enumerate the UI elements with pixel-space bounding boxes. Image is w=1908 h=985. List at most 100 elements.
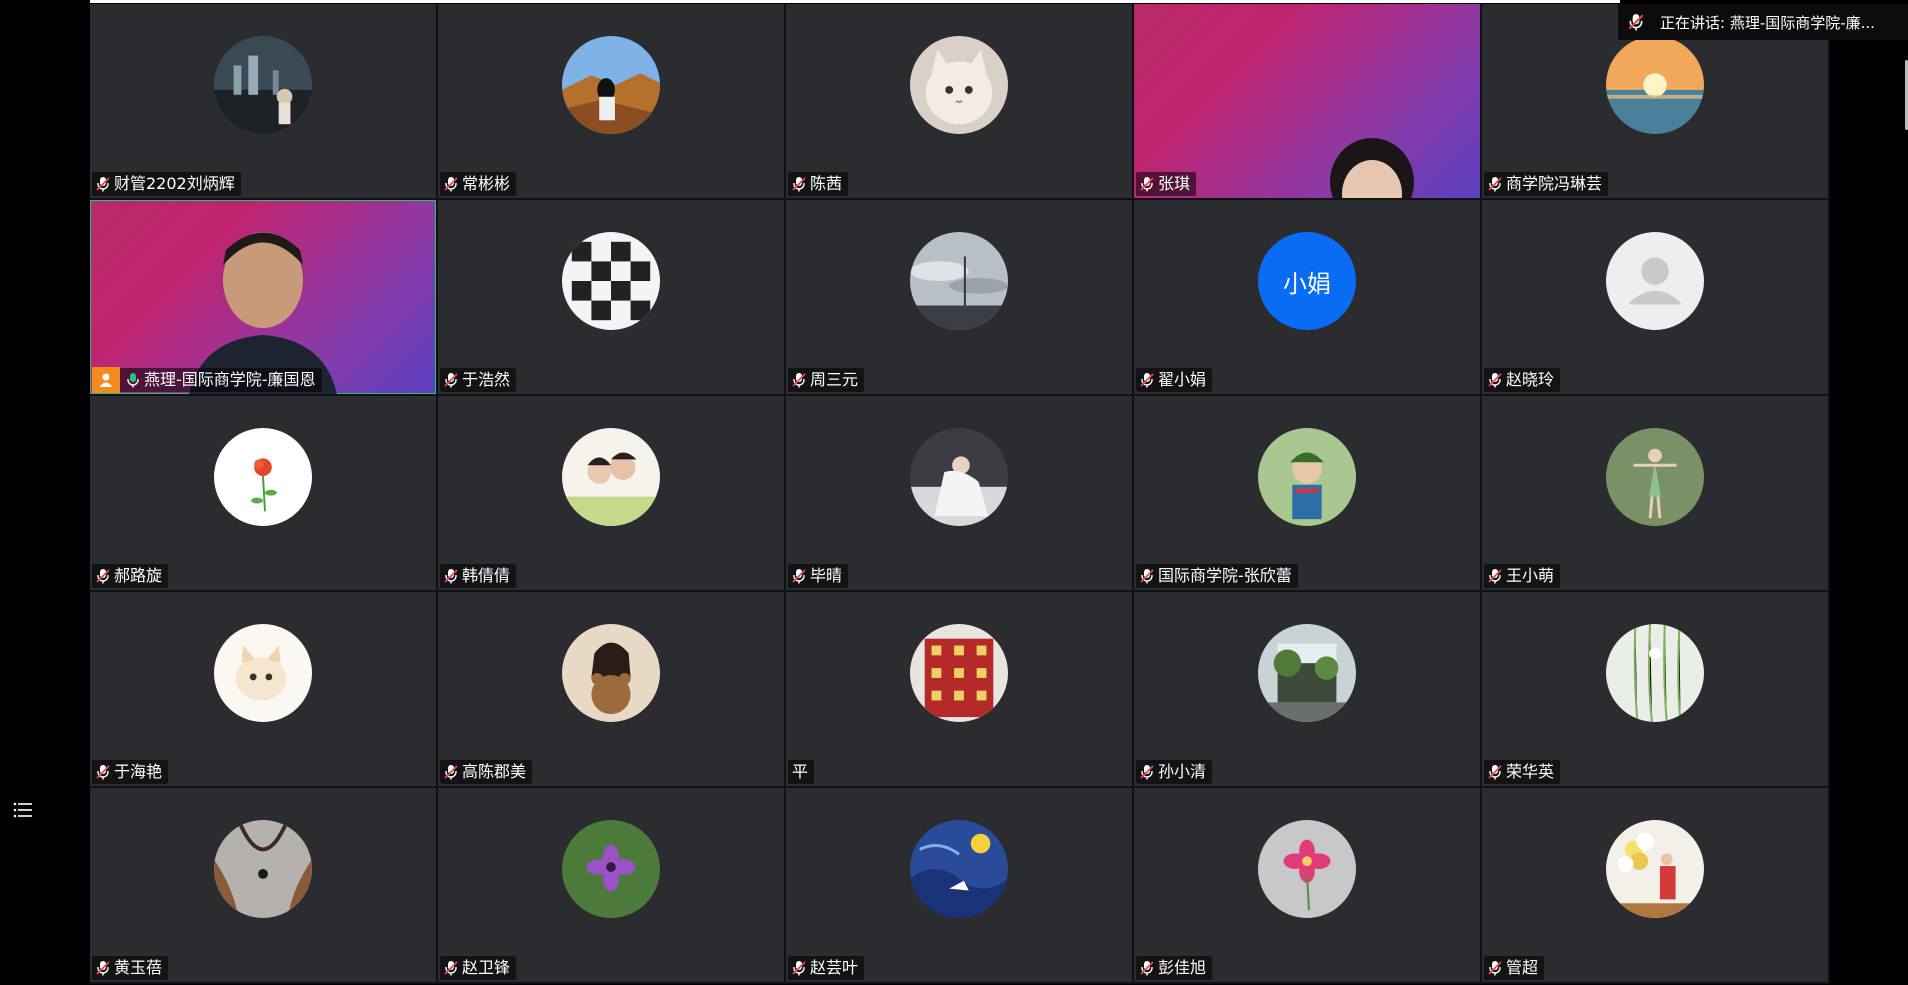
mic-muted-icon — [444, 176, 458, 192]
participant-tile[interactable]: 燕理-国际商学院-廉国恩 — [90, 200, 436, 394]
participant-tile[interactable]: 管超 — [1482, 788, 1828, 982]
mic-muted-icon — [96, 568, 110, 584]
participant-tile[interactable]: 张琪 — [1134, 4, 1480, 198]
participant-tile[interactable]: 国际商学院-张欣蕾 — [1134, 396, 1480, 590]
avatar: 小娟 — [1258, 232, 1356, 330]
avatar — [910, 820, 1008, 918]
speaking-indicator: 正在讲话: 燕理-国际商学院-廉... — [1618, 4, 1908, 40]
participant-name-label: 陈茜 — [788, 172, 849, 196]
mic-active-icon — [126, 372, 140, 388]
participant-name: 陈茜 — [810, 174, 843, 193]
participant-name: 荣华英 — [1506, 762, 1555, 781]
participant-name: 韩倩倩 — [462, 566, 511, 585]
participant-tile[interactable]: 周三元 — [786, 200, 1132, 394]
participant-name-label: 常彬彬 — [440, 172, 517, 196]
participant-tile[interactable]: 高陈郡美 — [438, 592, 784, 786]
mic-muted-icon — [1140, 960, 1154, 976]
participant-tile[interactable]: 赵卫锋 — [438, 788, 784, 982]
avatar — [910, 36, 1008, 134]
participant-tile[interactable]: 黄玉蓓 — [90, 788, 436, 982]
participant-tile[interactable]: 财管2202刘炳辉 — [90, 4, 436, 198]
participant-name: 彭佳旭 — [1158, 958, 1207, 977]
mic-muted-icon — [96, 176, 110, 192]
participant-name: 周三元 — [810, 370, 859, 389]
list-icon — [13, 802, 32, 818]
mic-muted-icon — [792, 176, 806, 192]
participant-name-label: 赵晓玲 — [1484, 368, 1561, 392]
participant-tile[interactable]: 于浩然 — [438, 200, 784, 394]
participant-name: 王小萌 — [1506, 566, 1555, 585]
participant-name: 平 — [792, 762, 809, 781]
participant-tile[interactable]: 小娟翟小娟 — [1134, 200, 1480, 394]
mic-muted-icon — [792, 568, 806, 584]
participant-name-label: 赵芸叶 — [788, 956, 865, 980]
mic-muted-icon — [96, 764, 110, 780]
participant-name-label: 彭佳旭 — [1136, 956, 1213, 980]
participant-tile[interactable]: 韩倩倩 — [438, 396, 784, 590]
avatar — [910, 624, 1008, 722]
participant-tile[interactable]: 荣华英 — [1482, 592, 1828, 786]
participant-list-button[interactable] — [8, 795, 38, 825]
mic-muted-icon — [444, 960, 458, 976]
avatar — [214, 428, 312, 526]
mic-muted-icon — [1140, 372, 1154, 388]
avatar — [910, 428, 1008, 526]
participant-grid: 财管2202刘炳辉 常彬彬 陈茜 张琪 商学院冯琳芸燕理-国际商学院-廉国恩 于浩然 周三元… — [90, 4, 1830, 984]
avatar — [562, 232, 660, 330]
participant-name: 郝路旋 — [114, 566, 163, 585]
participant-name-label: 商学院冯琳芸 — [1484, 172, 1609, 196]
mic-muted-icon — [1488, 764, 1502, 780]
participant-name-label: 毕晴 — [788, 564, 849, 588]
mic-muted-icon — [792, 372, 806, 388]
participant-name-label: 管超 — [1484, 956, 1545, 980]
avatar — [214, 36, 312, 134]
mic-muted-icon — [444, 764, 458, 780]
avatar — [1606, 36, 1704, 134]
participant-name: 翟小娟 — [1158, 370, 1207, 389]
mic-muted-icon — [444, 372, 458, 388]
participant-name-label: 财管2202刘炳辉 — [92, 172, 241, 196]
mic-muted-icon — [96, 960, 110, 976]
participant-name: 于浩然 — [462, 370, 511, 389]
participant-name: 赵卫锋 — [462, 958, 511, 977]
participant-name-label: 翟小娟 — [1136, 368, 1213, 392]
participant-tile[interactable]: 赵晓玲 — [1482, 200, 1828, 394]
participant-name-label: 张琪 — [1136, 172, 1197, 196]
avatar — [1606, 232, 1704, 330]
mic-muted-icon — [1140, 568, 1154, 584]
participant-name: 于海艳 — [114, 762, 163, 781]
avatar — [562, 624, 660, 722]
participant-name-label: 燕理-国际商学院-廉国恩 — [92, 367, 322, 393]
participant-name-label: 王小萌 — [1484, 564, 1561, 588]
window-top-edge — [90, 0, 1620, 3]
avatar — [214, 820, 312, 918]
participant-name-label: 郝路旋 — [92, 564, 169, 588]
participant-name: 黄玉蓓 — [114, 958, 163, 977]
participant-tile[interactable]: 陈茜 — [786, 4, 1132, 198]
mic-muted-icon — [1140, 764, 1154, 780]
participant-tile[interactable]: 郝路旋 — [90, 396, 436, 590]
participant-tile[interactable]: 平 — [786, 592, 1132, 786]
avatar — [562, 820, 660, 918]
avatar — [910, 232, 1008, 330]
mic-muted-icon — [1488, 960, 1502, 976]
participant-tile[interactable]: 常彬彬 — [438, 4, 784, 198]
avatar — [1258, 428, 1356, 526]
participant-tile[interactable]: 孙小清 — [1134, 592, 1480, 786]
participant-tile[interactable]: 赵芸叶 — [786, 788, 1132, 982]
participant-tile[interactable]: 王小萌 — [1482, 396, 1828, 590]
participant-name: 财管2202刘炳辉 — [114, 174, 235, 193]
participant-name-label: 孙小清 — [1136, 760, 1213, 784]
avatar — [1258, 820, 1356, 918]
avatar — [1606, 820, 1704, 918]
participant-name-label: 赵卫锋 — [440, 956, 517, 980]
participant-tile[interactable]: 彭佳旭 — [1134, 788, 1480, 982]
participant-tile[interactable]: 毕晴 — [786, 396, 1132, 590]
participant-name-label: 国际商学院-张欣蕾 — [1136, 564, 1298, 588]
avatar — [1606, 428, 1704, 526]
avatar — [562, 428, 660, 526]
participant-tile[interactable]: 于海艳 — [90, 592, 436, 786]
participant-name-label: 黄玉蓓 — [92, 956, 169, 980]
mic-muted-icon — [792, 960, 806, 976]
participant-name-label: 高陈郡美 — [440, 760, 533, 784]
